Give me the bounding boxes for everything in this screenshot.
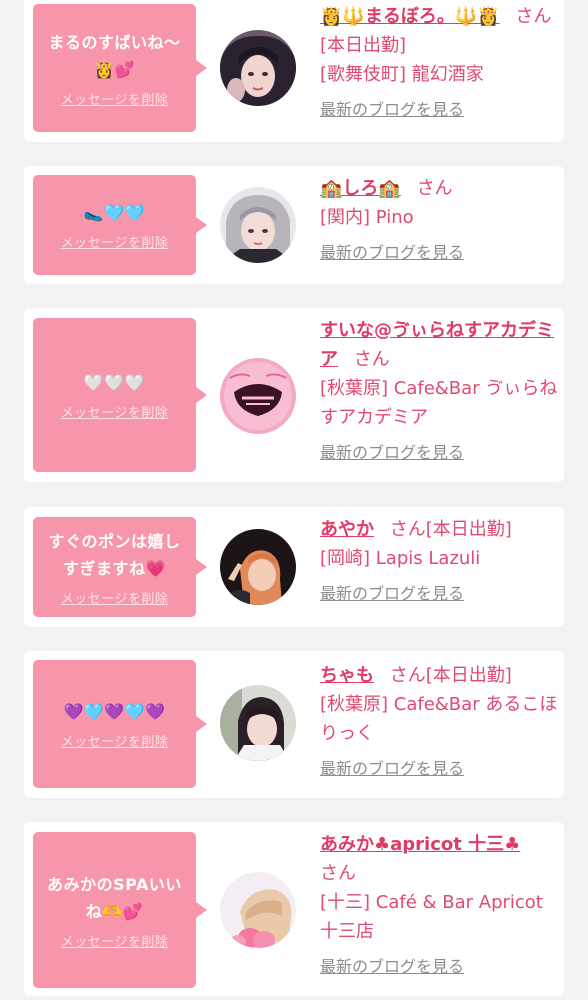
status-badge: [本日出勤] [425, 665, 512, 686]
message-card: まるのすばいね〜👸💕 メッセージを削除 👸🔱まるぼろ。🔱👸 さん [本日出勤] [… [24, 0, 564, 142]
latest-blog-link[interactable]: 最新のブログを見る [320, 754, 464, 783]
shop-name: [秋葉原] Cafe&Bar あるこほりっく [320, 694, 558, 744]
delete-message-link[interactable]: メッセージを削除 [61, 89, 169, 108]
message-card: あみかのSPAいいね🫶💕 メッセージを削除 あみか♣apricot 十三♣ さん… [24, 822, 564, 996]
latest-blog-link[interactable]: 最新のブログを見る [320, 579, 464, 608]
message-text: 🤍🤍🤍 [83, 373, 146, 392]
shop-name: [関内] Pino [320, 207, 414, 228]
cast-name-link[interactable]: あみか♣apricot 十三♣ [320, 834, 520, 855]
message-bubble: すぐのポンは嬉しすぎますね💗 メッセージを削除 [33, 517, 207, 617]
cast-info: 👸🔱まるぼろ。🔱👸 さん [本日出勤] [歌舞伎町] 龍幻酒家 最新のブログを見る [320, 2, 560, 124]
cast-name-link[interactable]: 👸🔱まるぼろ。🔱👸 [320, 6, 500, 27]
delete-message-link[interactable]: メッセージを削除 [61, 232, 169, 251]
honorific: さん [320, 863, 356, 884]
honorific: さん [353, 349, 390, 370]
status-badge: [本日出勤] [320, 35, 407, 56]
cast-name-link[interactable]: ちゃも [320, 665, 374, 686]
delete-message-link[interactable]: メッセージを削除 [61, 402, 169, 421]
cast-info: あやか さん[本日出勤] [岡崎] Lapis Lazuli 最新のブログを見る [320, 515, 560, 608]
delete-message-link[interactable]: メッセージを削除 [61, 731, 169, 750]
cast-info: あみか♣apricot 十三♣ さん [十三] Café & Bar Apric… [320, 830, 560, 981]
latest-blog-link[interactable]: 最新のブログを見る [320, 438, 464, 467]
delete-message-link[interactable]: メッセージを削除 [61, 931, 169, 950]
shop-name: [岡崎] Lapis Lazuli [320, 548, 481, 569]
delete-message-link[interactable]: メッセージを削除 [61, 588, 169, 607]
message-text: まるのすばいね〜👸💕 [48, 32, 181, 79]
avatar[interactable] [220, 358, 296, 434]
shop-name: [歌舞伎町] 龍幻酒家 [320, 64, 484, 85]
avatar[interactable] [220, 187, 296, 263]
cast-info: すいな@ゔぃらねすアカデミア さん [秋葉原] Cafe&Bar ゔぃらねすアカ… [320, 316, 560, 467]
shop-name: [十三] Café & Bar Apricot 十三店 [320, 892, 543, 942]
cast-info: 🏫しろ🏫 さん [関内] Pino 最新のブログを見る [320, 174, 560, 267]
cast-name-link[interactable]: 🏫しろ🏫 [320, 178, 401, 199]
message-card: 💜🩵💜🩵💜 メッセージを削除 ちゃも さん[本日出勤] [秋葉原] Cafe&B… [24, 651, 564, 798]
message-bubble: まるのすばいね〜👸💕 メッセージを削除 [33, 4, 207, 132]
message-bubble: 🥿🩵🩵 メッセージを削除 [33, 175, 207, 275]
avatar[interactable] [220, 30, 296, 106]
message-bubble: 🤍🤍🤍 メッセージを削除 [33, 318, 207, 472]
latest-blog-link[interactable]: 最新のブログを見る [320, 95, 464, 124]
message-text: 💜🩵💜🩵💜 [63, 702, 166, 721]
message-card: すぐのポンは嬉しすぎますね💗 メッセージを削除 あやか さん[本日出勤] [岡崎… [24, 507, 564, 627]
message-card: 🥿🩵🩵 メッセージを削除 🏫しろ🏫 さん [関内] Pino 最新のブログを見る [24, 166, 564, 284]
message-bubble: あみかのSPAいいね🫶💕 メッセージを削除 [33, 832, 207, 988]
latest-blog-link[interactable]: 最新のブログを見る [320, 238, 464, 267]
message-card: 🤍🤍🤍 メッセージを削除 すいな@ゔぃらねすアカデミア さん [秋葉原] Caf… [24, 308, 564, 482]
latest-blog-link[interactable]: 最新のブログを見る [320, 952, 464, 981]
message-bubble: 💜🩵💜🩵💜 メッセージを削除 [33, 660, 207, 788]
avatar[interactable] [220, 529, 296, 605]
message-text: 🥿🩵🩵 [83, 203, 146, 222]
message-text: あみかのSPAいいね🫶💕 [47, 874, 182, 921]
honorific: さん [389, 665, 426, 686]
message-text: すぐのポンは嬉しすぎますね💗 [48, 531, 181, 578]
message-list: まるのすばいね〜👸💕 メッセージを削除 👸🔱まるぼろ。🔱👸 さん[本日出勤] [… [0, 0, 588, 1000]
honorific: さん [389, 519, 426, 540]
avatar[interactable] [220, 872, 296, 948]
honorific: さん [515, 6, 552, 27]
cast-info: ちゃも さん[本日出勤] [秋葉原] Cafe&Bar あるこほりっく 最新のブ… [320, 661, 560, 783]
honorific: さん [416, 178, 453, 199]
avatar[interactable] [220, 685, 296, 761]
shop-name: [秋葉原] Cafe&Bar ゔぃらねすアカデミア [320, 378, 558, 428]
cast-name-link[interactable]: あやか [320, 519, 374, 540]
status-badge: [本日出勤] [425, 519, 512, 540]
